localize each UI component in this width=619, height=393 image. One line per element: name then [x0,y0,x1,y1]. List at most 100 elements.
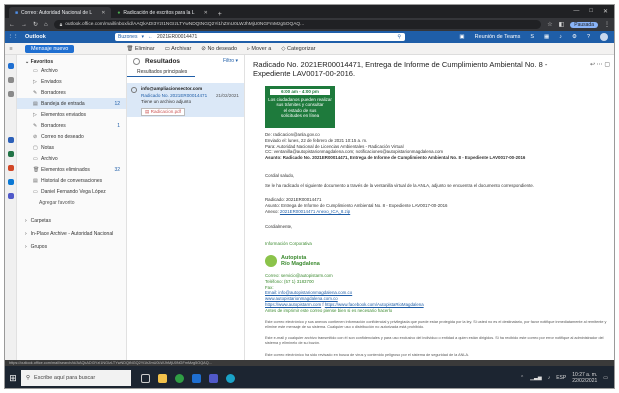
folder-item[interactable]: ✎ Borradores [17,87,126,98]
bell-icon[interactable]: ♪ [559,34,562,40]
home-icon[interactable]: ⌂ [44,22,48,28]
more-icon[interactable]: ⋯ [597,62,603,68]
new-tab-icon[interactable]: + [218,11,222,18]
group-label: Grupos [30,243,48,250]
search-box[interactable]: Buzones ▾ ← 2021ER00014471 ⚲ [115,33,405,41]
folder-item[interactable]: ✎ Borradores 1 [17,120,126,131]
folder-item-person[interactable]: ▭ Daniel Fernando Vega López [17,186,126,197]
language-indicator[interactable]: ESP [556,375,566,381]
folder-label: Enviados [41,78,62,85]
categorize-button[interactable]: ◇ Categorizar [281,46,315,52]
maximize-icon[interactable]: □ [589,8,593,15]
folder-item-inbox[interactable]: ▤ Bandeja de entrada 12 [17,98,126,109]
select-checkbox[interactable] [131,87,137,93]
folder-item[interactable]: ▢ Notas [17,142,126,153]
url-input[interactable]: 🔒︎ outlook.office.com/mail/inbox/id/AAQk… [53,20,542,29]
history-icon: ▤ [33,177,38,184]
attachment-link[interactable]: 2021ER00014471 Anexo_ICA_8.zip [280,209,350,214]
menu-icon[interactable]: ⋮ [604,21,610,28]
outlook-icon[interactable] [192,373,201,383]
reload-icon[interactable]: ↻ [33,21,38,28]
avatar[interactable] [600,33,608,41]
select-all-checkbox[interactable] [133,57,140,65]
people-icon[interactable] [7,91,14,97]
folder-item[interactable]: ▷ Enviados [17,76,126,87]
expand-icon[interactable]: ▢ [604,62,610,68]
profile-paused-button[interactable]: Pausada [570,21,598,28]
browser-tab[interactable]: ● Radicación de escritos para la L ✕ [111,7,213,18]
chevron-right-icon: › [25,217,27,224]
forward-icon[interactable]: → [21,22,27,28]
move-to-button[interactable]: ▹ Mover a [247,46,271,52]
favorites-header[interactable]: ⌄ Favoritos [17,55,126,65]
calendar-icon[interactable] [7,77,14,83]
folder-item[interactable]: 🗑︎ Elementos eliminados 32 [17,164,126,175]
star-icon[interactable]: ☆ [547,21,552,28]
attachment-chip[interactable]: ▤ Radicacion.pdf [141,107,186,116]
folder-item[interactable]: ▷ Elementos enviados [17,109,126,120]
folder-item[interactable]: ▭ Archivo [17,153,126,164]
help-icon[interactable]: ? [587,34,590,40]
settings-icon[interactable]: ⚙ [572,34,577,40]
group-section[interactable]: › Grupos [17,240,126,253]
archive-icon: ▭ [33,67,38,74]
word-icon[interactable] [7,137,14,143]
skype-icon[interactable]: S [530,34,534,40]
logo-line: Río Magdalena [281,261,320,267]
file-explorer-icon[interactable] [158,373,167,383]
clock[interactable]: 10:27 a. m. 22/02/2021 [572,372,597,384]
close-icon[interactable]: ✕ [204,10,208,16]
minimize-icon[interactable]: — [573,8,579,15]
powerpoint-icon[interactable] [7,165,14,171]
task-view-icon[interactable] [141,373,150,383]
browser-tab[interactable]: ■ Correo: Autoridad Nacional de L ✕ [9,7,112,18]
reading-tools: ↩ ⋯ ▢ [590,61,610,68]
excel-icon[interactable] [7,151,14,157]
group-section[interactable]: › In-Place Archive - Autoridad Nacional [17,227,126,240]
folder-item[interactable]: ▤ Historial de conversaciones [17,175,126,186]
notifications-icon[interactable]: ▭ [603,375,608,381]
app-launcher-icon[interactable]: ⋮⋮ [5,34,21,40]
mail-icon[interactable] [7,63,14,69]
junk-button[interactable]: ⊘ No deseado [201,46,237,52]
facebook-link[interactable]: https://www.facebook.com/AutopistaRioMag… [325,302,424,307]
app-name[interactable]: Outlook [21,34,91,40]
network-icon[interactable]: ▁▃▅ [530,375,542,381]
arrow-left-icon[interactable]: ← [148,34,153,40]
taskbar-search[interactable]: ⚲ Escribe aquí para buscar [21,370,131,386]
chrome-icon[interactable] [175,373,184,383]
close-window-icon[interactable]: ✕ [603,8,608,15]
search-input[interactable]: 2021ER00014471 [157,34,197,40]
volume-icon[interactable]: ♪ [548,375,551,381]
banner-line: solicitudes en línea [280,113,320,118]
teams-icon[interactable] [209,373,218,383]
chevron-up-icon[interactable]: ⌃ [520,375,524,381]
search-scope[interactable]: Buzones [118,34,137,40]
address-bar: ← → ↻ ⌂ 🔒︎ outlook.office.com/mail/inbox… [5,18,614,31]
calendar-icon[interactable]: ▦ [544,34,549,40]
add-favorite-link[interactable]: Agregar favorito [17,197,126,208]
screen: ■ Correo: Autoridad Nacional de L ✕ ● Ra… [4,4,615,389]
onedrive-icon[interactable] [7,179,14,185]
folder-label: Archivo [41,155,58,162]
meeting-label[interactable]: Reunión de Teams [475,34,521,40]
teams-icon[interactable]: ▣ [459,34,464,40]
hamburger-icon[interactable]: ≡ [5,46,17,52]
group-section[interactable]: › Carpetas [17,214,126,227]
archive-button[interactable]: ▭ Archivar [165,46,192,52]
windows-start-icon[interactable]: ⊞ [5,373,21,384]
message-item[interactable]: info@ampliacionsector.com Radicado No. 2… [127,83,244,117]
filter-button[interactable]: Filtro ▾ [223,58,238,64]
teams-icon[interactable] [7,193,14,199]
reply-all-icon[interactable]: ↩ [590,62,595,68]
folder-item[interactable]: ⊘ Correo no deseado [17,131,126,142]
web-link[interactable]: https://www.autopistarm.com [265,302,321,307]
delete-button[interactable]: 🗑︎ Eliminar [126,46,154,52]
back-icon[interactable]: ← [9,22,15,28]
extensions-icon[interactable]: ◧ [559,21,565,28]
new-message-button[interactable]: Mensaje nuevo [25,44,75,53]
close-icon[interactable]: ✕ [101,10,105,16]
edge-icon[interactable] [226,373,235,383]
search-icon[interactable]: ⚲ [397,34,401,40]
folder-item[interactable]: ▭ Archivo [17,65,126,76]
